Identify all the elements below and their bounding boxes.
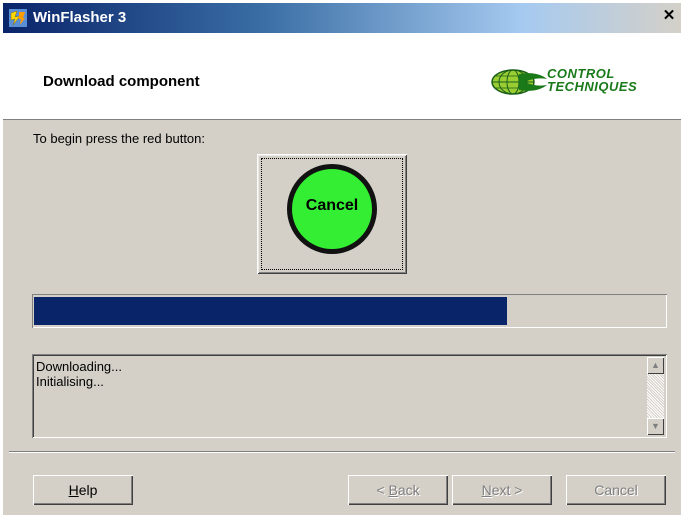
winflasher-window: WinFlasher 3 ✕ Download component CONTRO… xyxy=(3,3,681,515)
instruction-label: To begin press the red button: xyxy=(33,131,206,146)
window-title: WinFlasher 3 xyxy=(33,9,127,26)
cancel-circle-icon: Cancel xyxy=(287,164,377,254)
scroll-up-icon[interactable]: ▲ xyxy=(647,357,664,374)
log-line: Downloading... xyxy=(36,359,122,374)
back-mnemonic: B xyxy=(388,482,398,498)
close-icon[interactable]: ✕ xyxy=(661,8,677,23)
start-cancel-button[interactable]: Cancel xyxy=(257,154,407,274)
back-label: ack xyxy=(397,482,420,498)
status-log[interactable]: Downloading... Initialising... ▲ ▼ xyxy=(32,354,667,438)
download-progress-bar xyxy=(32,294,667,328)
scroll-down-icon[interactable]: ▼ xyxy=(647,418,664,435)
action-button-label: Cancel xyxy=(305,197,359,214)
log-line: Initialising... xyxy=(36,374,104,389)
next-label: ext > xyxy=(491,482,523,498)
title-bar[interactable]: WinFlasher 3 ✕ xyxy=(3,3,681,33)
footer-divider xyxy=(9,451,675,453)
help-button[interactable]: Help xyxy=(33,475,133,505)
back-prefix: < xyxy=(376,482,389,498)
logo-text: CONTROL TECHNIQUES xyxy=(547,67,637,93)
progress-fill xyxy=(34,297,507,325)
help-label: elp xyxy=(78,482,98,498)
wizard-header: Download component CONTROL TECHNIQUES xyxy=(3,33,681,120)
status-log-lines: Downloading... Initialising... xyxy=(36,359,122,389)
cancel-button[interactable]: Cancel xyxy=(566,475,666,505)
logo-text-line2: TECHNIQUES xyxy=(547,79,638,94)
next-mnemonic: N xyxy=(481,482,492,498)
help-mnemonic: H xyxy=(68,482,79,498)
page-title: Download component xyxy=(43,73,200,90)
log-scrollbar[interactable]: ▲ ▼ xyxy=(647,357,664,435)
control-techniques-logo: CONTROL TECHNIQUES xyxy=(491,66,661,98)
back-button[interactable]: < Back xyxy=(348,475,448,505)
next-button[interactable]: Next > xyxy=(452,475,552,505)
winflasher-app-icon xyxy=(9,9,27,27)
globe-logo-icon xyxy=(491,69,547,95)
